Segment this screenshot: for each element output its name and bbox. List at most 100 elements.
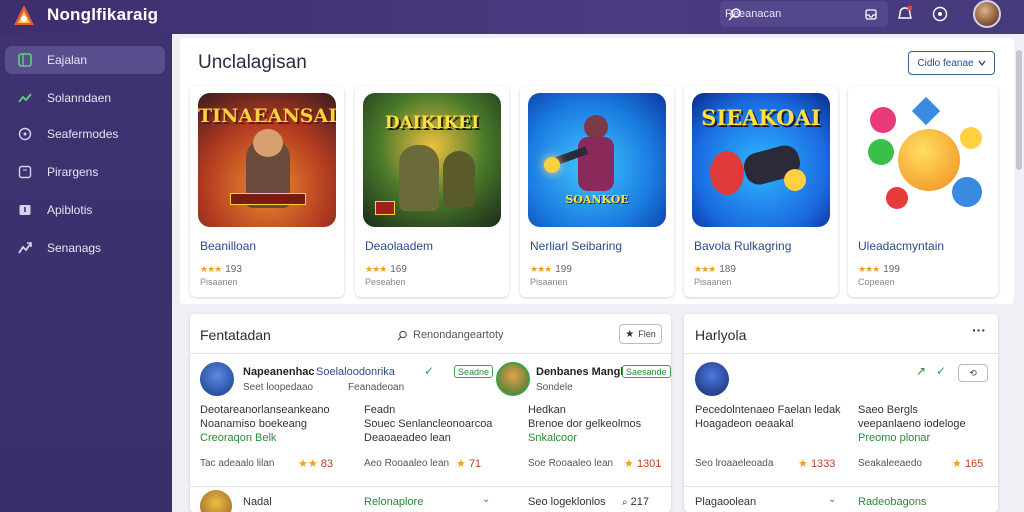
row-description: Deotareanorlanseankeano [200,404,330,416]
game-rating: ★★★ 193 [200,264,242,275]
view-all-button[interactable]: Cidlo feanae [908,51,995,75]
game-rating: ★★★ 189 [694,264,736,275]
row-link[interactable]: Radeobagons [858,496,927,508]
row-name[interactable]: Nadal [243,496,272,508]
thumbnail-title: SOANKOE [565,193,629,206]
game-name: Nerliarl Seibaring [530,239,623,253]
sort-dropdown[interactable]: Renondangeartoty [397,329,504,341]
row-label: Soe Rooaaleo lean [528,458,614,469]
rating-count: 193 [225,264,242,275]
share-icon [18,242,32,254]
check-icon: ✓ [424,364,435,378]
avatar[interactable] [200,362,234,396]
row-price: ★ 165 [952,458,984,470]
stars: ★★★ [694,264,716,274]
game-category: Pisaanen [530,277,568,287]
row-price: ★★ 83 [298,458,334,470]
chevron-down-icon[interactable]: ⌄ [482,494,490,505]
sidebar-item-trending[interactable]: Solanndaen [5,84,165,112]
scrollbar-thumb[interactable] [1016,50,1022,170]
row-description: veepanlaeno iodeloge [858,418,966,430]
game-card[interactable]: SIEAKOAI Bavola Rulkagring ★★★ 189 Pisaan… [684,86,838,297]
sidebar-item-label: Eajalan [47,53,88,67]
sidebar-item-explore[interactable]: Seafermodes [5,120,165,148]
row-description: Pecedolntenaeo Faelan ledak [695,404,841,416]
avatar[interactable] [496,362,530,396]
game-card[interactable]: TINAEANSAI Beanilloan ★★★ 193 Pisaanen [190,86,344,297]
star-icon: ★ [625,328,635,340]
game-category: Copeaen [858,277,895,287]
rating-count: 189 [719,264,736,275]
row-name[interactable]: Napeanenhac [243,366,315,378]
game-card[interactable]: Uleadacmyntain ★★★ 199 Copeaen [848,86,998,297]
row-description: Souec Senlancleonoarcoa [364,418,493,430]
row-meta: Feanadeoan [348,382,405,393]
count-value: 217 [630,496,650,508]
filter-button[interactable]: ★ Flen [619,324,662,344]
trend-icon [18,93,32,103]
user-avatar[interactable] [973,0,1001,28]
inbox-icon[interactable] [864,7,878,21]
trend-icon: ↗ [916,364,927,378]
game-thumbnail: DAIKIKEI [363,93,501,227]
row-description: Hedkan [528,404,566,416]
row-price: ★ 71 [456,458,482,470]
filter-label: Flen [638,329,656,339]
game-rating: ★★★ 169 [365,264,407,275]
search-placeholder: Reeanacan [725,8,782,20]
search-icon [397,330,407,340]
rating-count: 199 [555,264,572,275]
row-count: ⌕ 217 [622,496,649,508]
game-category: Pisaanen [200,277,238,287]
more-options-icon[interactable]: ··· [972,322,986,338]
row-name[interactable]: Denbanes Mangl [536,366,623,378]
game-name: Bavola Rulkagring [694,239,792,253]
sidebar-item-library[interactable]: Pirargens [5,158,165,186]
row-label: Seo lroaaeleoada [695,458,774,469]
row-description: Saeo Bergls [858,404,918,416]
sidebar-item-downloads[interactable]: Apiblotis [5,196,165,224]
top-bar: Nonglfikaraig Reeanacan [0,0,1024,34]
notification-bell-icon[interactable] [896,5,914,23]
sort-label: Renondangeartoty [413,329,504,341]
game-name: Uleadacmyntain [858,239,945,253]
search-input[interactable]: Reeanacan [720,1,888,27]
row-label: Tac adeaalo lilan [200,458,275,469]
game-name: Beanilloan [200,239,257,253]
rating-count: 169 [390,264,407,275]
row-description: Deaoaeadeo lean [364,432,451,444]
price-value: 165 [964,458,984,470]
panel-title: Harlyola [695,327,747,343]
search-icon: ⌕ [622,497,628,508]
view-all-label: Cidlo feanae [917,57,974,69]
options-button[interactable]: ⟲ [958,364,988,382]
game-name: Deaolaadem [365,239,434,253]
status-badge: Seadne [454,365,494,378]
compass-icon [18,127,32,141]
sidebar-item-label: Solanndaen [47,91,112,105]
sidebar-item-label: Senanags [47,241,102,255]
game-card[interactable]: SOANKOE Nerliarl Seibaring ★★★ 199 Pisaan… [520,86,674,297]
row-link[interactable]: Relonaplore [364,496,423,508]
chevron-down-icon[interactable]: ⌄ [828,494,836,505]
square-icon [18,165,32,179]
sidebar-item-label: Pirargens [47,165,99,179]
divider [684,353,998,354]
row-description: Preomo plonar [858,432,931,444]
row-description: Feadn [364,404,396,416]
game-category: Pisaanen [694,277,732,287]
app-logo-icon[interactable] [10,3,38,29]
avatar[interactable] [695,362,729,396]
row-name[interactable]: Plagaoolean [695,496,756,508]
thumbnail-title: DAIKIKEI [384,113,480,133]
history-icon: ⟲ [969,367,977,378]
row-link[interactable]: Soelaloodonrika [316,366,395,378]
sidebar-item-home[interactable]: Eajalan [5,46,165,74]
settings-icon[interactable] [931,5,949,23]
game-thumbnail: SIEAKOAI [692,93,830,227]
sidebar-item-label: Seafermodes [47,127,119,141]
sidebar-item-share[interactable]: Senanags [5,234,165,262]
app-title: Nonglfikaraig [47,5,159,24]
game-card[interactable]: DAIKIKEI Deaolaadem ★★★ 169 Peseahen [355,86,509,297]
sidebar-item-label: Apiblotis [47,203,93,217]
